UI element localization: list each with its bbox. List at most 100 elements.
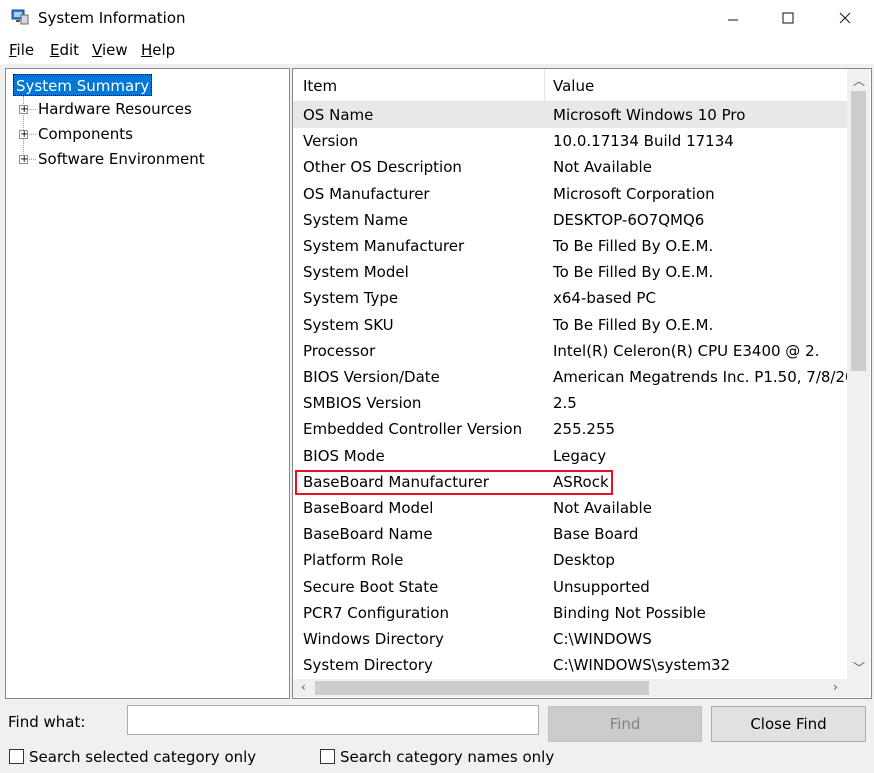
expand-icon[interactable]: + (19, 155, 28, 165)
row-item: Processor (303, 341, 376, 360)
maximize-button[interactable] (759, 0, 817, 36)
minimize-icon (728, 19, 738, 21)
table-row[interactable]: BIOS Version/Date American Megatrends Inc… (293, 364, 855, 390)
tree-item-hardware-resources[interactable]: Hardware Resources (38, 98, 192, 120)
table-row[interactable]: OS Manufacturer Microsoft Corporation (293, 181, 847, 207)
horizontal-scroll-thumb[interactable] (315, 681, 649, 695)
row-item: BaseBoard Name (303, 525, 433, 544)
row-item: Windows Directory (303, 630, 444, 648)
menu-view[interactable]: View (92, 41, 128, 59)
table-row[interactable]: Platform Role Desktop (293, 547, 847, 573)
minimize-button[interactable] (704, 0, 762, 36)
tree-item-software-environment[interactable]: Software Environment (38, 148, 205, 170)
table-row[interactable]: BIOS Mode Legacy (293, 443, 847, 469)
row-item: System Type (303, 289, 399, 308)
find-input[interactable] (127, 705, 539, 735)
table-row[interactable]: OS Name Microsoft Windows 10 Pro (293, 102, 847, 128)
row-item: PCR7 Configuration (303, 603, 449, 622)
tree-item-components[interactable]: Components (38, 123, 133, 145)
checkbox-icon[interactable] (9, 749, 24, 764)
row-value: Legacy (553, 446, 607, 465)
row-value: Microsoft Corporation (553, 184, 715, 203)
close-button[interactable] (816, 0, 874, 36)
scroll-left-icon[interactable]: ‹ (301, 680, 306, 694)
table-row[interactable]: Windows Directory C:\WINDOWS (293, 626, 847, 652)
find-button[interactable]: Find (548, 706, 702, 742)
search-names-checkbox[interactable]: Search category names only (320, 748, 554, 766)
table-row[interactable]: Secure Boot State Unsupported (293, 574, 847, 600)
row-item: Other OS Description (303, 158, 462, 177)
row-value: C:\WINDOWS (553, 630, 652, 648)
table-row[interactable]: BaseBoard Name Base Board (293, 521, 847, 547)
scroll-up-icon[interactable]: ︿ (853, 72, 865, 89)
row-value: Binding Not Possible (553, 603, 706, 622)
table-row[interactable]: System Model To Be Filled By O.E.M. (293, 259, 847, 285)
row-value: C:\WINDOWS\system32 (553, 656, 731, 675)
vertical-scroll-thumb[interactable] (851, 91, 866, 371)
row-value: 255.255 (553, 420, 616, 439)
row-value: DESKTOP-6O7QMQ6 (553, 210, 705, 229)
row-value: American Megatrends Inc. P1.50, 7/8/20 (553, 368, 855, 386)
row-value: 2.5 (553, 394, 577, 413)
find-label: Find what: (8, 713, 86, 731)
table-row[interactable]: Version 10.0.17134 Build 17134 (293, 128, 847, 154)
close-icon (839, 12, 851, 24)
table-row[interactable]: System Directory C:\WINDOWS\system32 (293, 652, 847, 678)
menu-edit[interactable]: Edit (50, 41, 79, 59)
menu-help[interactable]: Help (141, 41, 175, 59)
close-find-button[interactable]: Close Find (711, 706, 866, 742)
row-item: OS Manufacturer (303, 184, 430, 203)
row-item: System SKU (303, 315, 394, 334)
row-value: Microsoft Windows 10 Pro (553, 106, 746, 124)
row-value: x64-based PC (553, 289, 656, 308)
table-row[interactable]: System Manufacturer To Be Filled By O.E.M… (293, 233, 847, 259)
row-value: To Be Filled By O.E.M. (553, 263, 714, 282)
row-item: Embedded Controller Version (303, 420, 523, 439)
list-header: Item Value (293, 69, 847, 102)
table-row[interactable]: SMBIOS Version 2.5 (293, 390, 847, 416)
row-value: Intel(R) Celeron(R) CPU E3400 @ 2. (553, 341, 820, 360)
table-row[interactable]: BaseBoard Model Not Available (293, 495, 847, 521)
row-value: Not Available (553, 499, 652, 517)
row-item: BIOS Mode (303, 446, 385, 465)
highlight-box (295, 470, 613, 495)
title-bar: System Information (0, 0, 874, 36)
row-value: 10.0.17134 Build 17134 (553, 132, 734, 151)
scroll-right-icon[interactable]: › (833, 680, 838, 694)
expand-icon[interactable]: + (19, 130, 28, 140)
column-header-item[interactable]: Item (303, 69, 337, 101)
row-value: Not Available (553, 158, 652, 177)
row-item: System Manufacturer (303, 237, 465, 255)
maximize-icon (782, 12, 794, 24)
row-item: System Directory (303, 656, 433, 675)
row-value: Desktop (553, 551, 615, 570)
table-row[interactable]: System Name DESKTOP-6O7QMQ6 (293, 207, 847, 233)
horizontal-scrollbar[interactable]: ‹ › (293, 679, 847, 697)
row-value: Unsupported (553, 577, 650, 596)
search-selected-checkbox[interactable]: Search selected category only (9, 748, 256, 766)
table-row[interactable]: Processor Intel(R) Celeron(R) CPU E3400 @… (293, 338, 847, 364)
row-item: SMBIOS Version (303, 394, 422, 413)
row-item: Version (303, 132, 359, 151)
scroll-down-icon[interactable]: ﹀ (853, 659, 865, 676)
tree-item-system-summary[interactable]: System Summary (13, 74, 153, 96)
menu-file[interactable]: File (9, 41, 34, 59)
vertical-scrollbar[interactable]: ︿ ﹀ (847, 69, 870, 679)
row-value: Base Board (553, 525, 639, 544)
window-title: System Information (38, 9, 186, 27)
row-value: To Be Filled By O.E.M. (553, 315, 714, 334)
column-header-value[interactable]: Value (553, 69, 594, 101)
table-row[interactable]: Other OS Description Not Available (293, 154, 847, 180)
table-row[interactable]: System SKU To Be Filled By O.E.M. (293, 312, 847, 338)
category-tree[interactable]: System Summary + Hardware Resources + Co… (5, 68, 290, 699)
row-item: System Name (303, 210, 408, 229)
row-item: BaseBoard Model (303, 499, 434, 517)
expand-icon[interactable]: + (19, 105, 28, 115)
table-row[interactable]: PCR7 Configuration Binding Not Possible (293, 600, 847, 626)
checkbox-icon[interactable] (320, 749, 335, 764)
summary-list[interactable]: Item Value OS Name Microsoft Windows 10 P… (292, 68, 872, 699)
system-info-icon (11, 9, 29, 25)
table-row[interactable]: System Type x64-based PC (293, 285, 847, 311)
table-row[interactable]: Embedded Controller Version 255.255 (293, 416, 847, 442)
row-item: Secure Boot State (303, 577, 439, 596)
